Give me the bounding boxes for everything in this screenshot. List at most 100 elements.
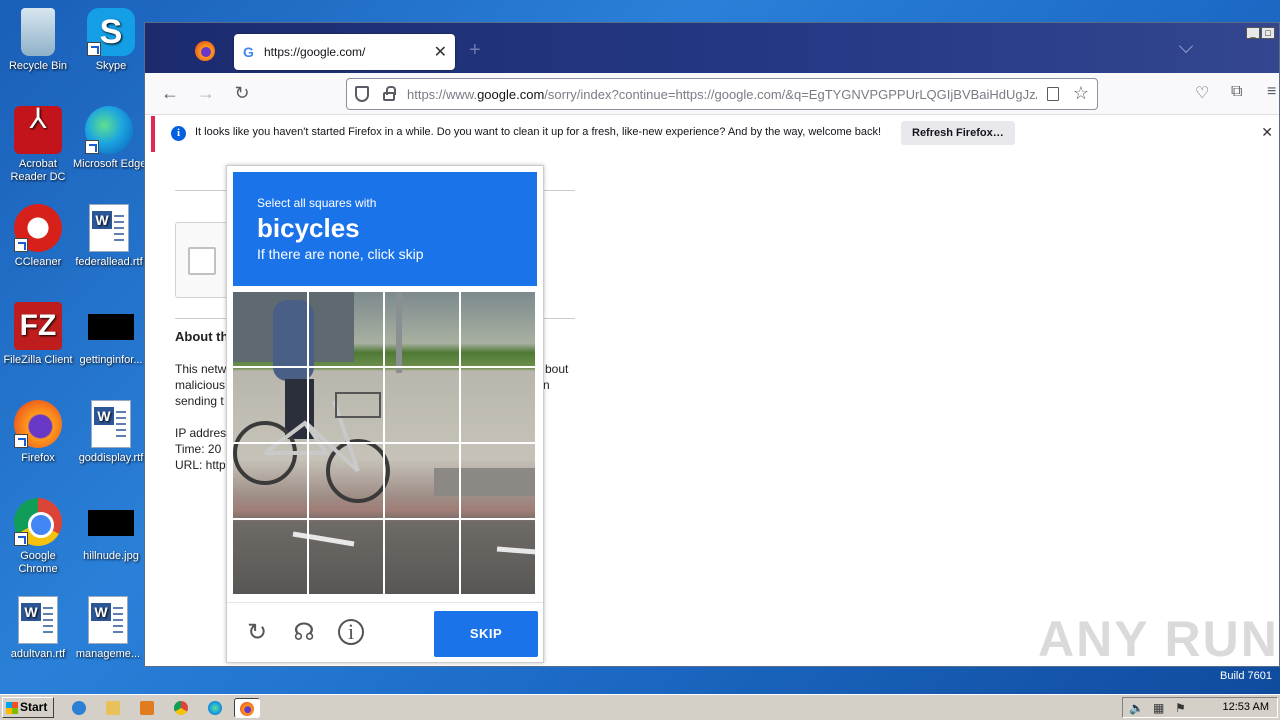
desktop-icon-hillnude[interactable]: hillnude.jpg <box>73 498 149 563</box>
desktop-icon-firefox[interactable]: Firefox <box>0 400 76 465</box>
info-icon[interactable]: i <box>338 619 364 645</box>
reload-icon[interactable]: ↻ <box>231 83 253 104</box>
challenge-tile[interactable] <box>309 520 383 594</box>
desktop-icon-label: Skype <box>95 60 127 72</box>
anyrun-watermark: ANY RUN <box>1038 611 1279 667</box>
challenge-tile[interactable] <box>309 444 383 518</box>
scene-fragment <box>461 368 535 442</box>
word-document-icon <box>91 400 131 448</box>
action-center-flag-icon[interactable]: ⚑ <box>1175 701 1186 715</box>
extensions-icon[interactable]: ⧉ <box>1231 83 1242 101</box>
url-prefix: https://www. <box>407 87 478 102</box>
taskbar: Start 🔈 ▦ ⚑ 12:53 AM <box>0 694 1280 720</box>
firefox-view-icon[interactable] <box>195 41 215 61</box>
minimize-button[interactable]: _ <box>1246 27 1260 39</box>
scene-fragment <box>385 453 459 496</box>
challenge-tile[interactable] <box>385 368 459 442</box>
desktop-icon-label: federallead.rtf <box>75 256 143 268</box>
window-controls: _ □ <box>1246 27 1275 39</box>
filezilla-icon: FZ <box>14 302 62 350</box>
clock[interactable]: 12:53 AM <box>1223 701 1269 713</box>
challenge-hint: If there are none, click skip <box>257 246 424 262</box>
back-arrow-icon[interactable]: ← <box>159 83 181 104</box>
scene-fragment <box>461 468 535 496</box>
audio-challenge-icon[interactable]: ☊ <box>290 619 318 647</box>
desktop-icon-adultvan[interactable]: adultvan.rtf <box>0 596 76 661</box>
desktop-icon-federallead[interactable]: federallead.rtf <box>73 204 145 269</box>
maximize-button[interactable]: □ <box>1261 27 1275 39</box>
challenge-tile[interactable] <box>385 292 459 366</box>
url-bar[interactable]: https://www.google.com/sorry/index?conti… <box>346 78 1098 110</box>
challenge-tile[interactable] <box>385 520 459 594</box>
desktop-icon-label: Firefox <box>21 452 55 464</box>
about-heading: About th <box>175 329 229 344</box>
taskbar-explorer[interactable] <box>102 698 124 718</box>
about-text-line: n <box>543 378 550 392</box>
chrome-icon <box>174 701 188 715</box>
challenge-tile[interactable] <box>233 444 307 518</box>
taskbar-firefox[interactable] <box>234 698 260 718</box>
taskbar-ie[interactable] <box>68 698 90 718</box>
desktop-icon-filezilla[interactable]: FZ FileZilla Client <box>0 302 76 367</box>
forward-arrow-icon[interactable]: → <box>195 83 217 104</box>
file-thumbnail-icon <box>88 314 134 340</box>
volume-icon[interactable]: 🔈 <box>1129 701 1144 715</box>
challenge-footer: ↻ ☊ i SKIP <box>227 602 543 664</box>
challenge-tile[interactable] <box>461 444 535 518</box>
bookmark-star-icon[interactable]: ☆ <box>1073 83 1089 104</box>
desktop-icon-label: manageme... <box>75 648 141 660</box>
challenge-tile[interactable] <box>461 368 535 442</box>
new-tab-icon[interactable]: + <box>469 39 481 62</box>
reader-view-icon[interactable] <box>1047 87 1059 101</box>
about-text-line: bout <box>545 362 569 376</box>
challenge-tile[interactable] <box>461 520 535 594</box>
skip-button[interactable]: SKIP <box>434 611 538 657</box>
tab-google[interactable]: G https://google.com/ ✕ <box>234 34 455 70</box>
url-text[interactable]: https://www.google.com/sorry/index?conti… <box>407 87 1037 102</box>
desktop-icon-ccleaner[interactable]: CCleaner <box>0 204 76 269</box>
tab-bar: G https://google.com/ ✕ + <box>145 23 1279 73</box>
taskbar-chrome[interactable] <box>170 698 192 718</box>
scene-fragment <box>309 444 383 503</box>
challenge-tile[interactable] <box>309 368 383 442</box>
info-icon: i <box>171 126 186 141</box>
about-text-line: This netw <box>175 362 227 376</box>
start-button[interactable]: Start <box>2 697 54 718</box>
tab-title: https://google.com/ <box>264 45 366 59</box>
menu-hamburger-icon[interactable]: ≡ <box>1267 83 1276 101</box>
challenge-tile[interactable] <box>385 444 459 518</box>
desktop-icon-label: adultvan.rtf <box>10 648 66 660</box>
lock-icon[interactable] <box>383 86 396 101</box>
desktop-icon-acrobat[interactable]: Acrobat Reader DC <box>0 106 76 184</box>
close-notification-icon[interactable]: ✕ <box>1261 124 1273 141</box>
ccleaner-icon <box>14 204 62 252</box>
reload-challenge-icon[interactable]: ↻ <box>243 619 271 647</box>
scene-fragment <box>233 292 307 366</box>
desktop-icon-recycle-bin[interactable]: Recycle Bin <box>0 8 76 73</box>
challenge-tile[interactable] <box>233 368 307 442</box>
desktop-icon-chrome[interactable]: Google Chrome <box>0 498 76 576</box>
chevron-down-icon[interactable] <box>1178 38 1194 54</box>
recaptcha-checkbox[interactable] <box>188 247 216 275</box>
challenge-tile[interactable] <box>309 292 383 366</box>
taskbar-media-player[interactable] <box>136 698 158 718</box>
tracking-protection-shield-icon[interactable] <box>355 86 369 102</box>
desktop-icon-skype[interactable]: S Skype <box>73 8 149 73</box>
url-path: /sorry/index?continue=https://google.com… <box>544 87 1037 102</box>
close-tab-icon[interactable]: ✕ <box>434 42 447 62</box>
pocket-icon[interactable]: ♡ <box>1195 83 1209 103</box>
refresh-firefox-button[interactable]: Refresh Firefox… <box>901 121 1015 145</box>
edge-icon <box>85 106 133 154</box>
desktop-icon-manageme[interactable]: manageme... <box>73 596 143 661</box>
taskbar-edge[interactable] <box>204 698 226 718</box>
challenge-tile[interactable] <box>461 292 535 366</box>
chrome-icon <box>14 498 62 546</box>
scene-fragment <box>233 444 307 485</box>
notification-message: It looks like you haven't started Firefo… <box>195 126 882 138</box>
desktop-icon-gettinginfor[interactable]: gettinginfor... <box>73 302 149 367</box>
challenge-tile[interactable] <box>233 292 307 366</box>
desktop-icon-edge[interactable]: Microsoft Edge <box>73 106 145 171</box>
challenge-tile[interactable] <box>233 520 307 594</box>
desktop-icon-goddisplay[interactable]: goddisplay.rtf <box>73 400 149 465</box>
network-icon[interactable]: ▦ <box>1153 701 1164 715</box>
